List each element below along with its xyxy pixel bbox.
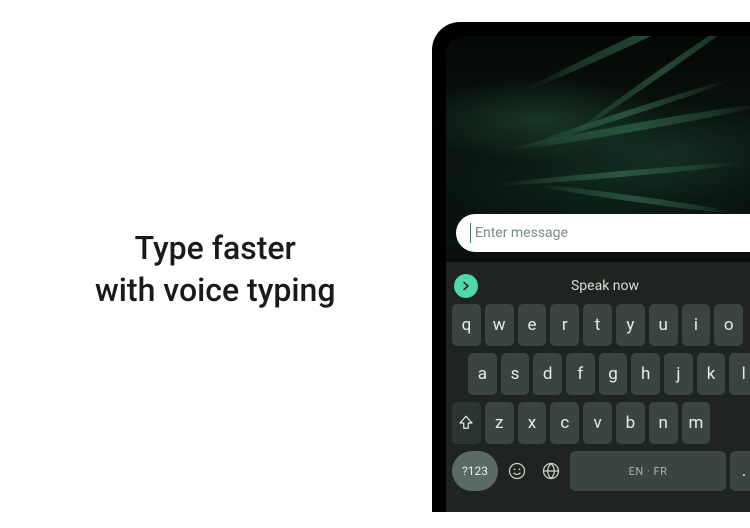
key-f[interactable]: f bbox=[566, 353, 595, 395]
key-v[interactable]: v bbox=[583, 402, 612, 444]
keyboard: Speak now q w e r t y u i o a s d f g h … bbox=[446, 262, 750, 512]
key-z[interactable]: z bbox=[485, 402, 514, 444]
shift-icon bbox=[457, 414, 475, 432]
shift-key[interactable] bbox=[452, 402, 481, 444]
chevron-right-icon bbox=[460, 280, 472, 292]
hero-line-2: with voice typing bbox=[95, 271, 335, 309]
key-h[interactable]: h bbox=[631, 353, 660, 395]
key-i[interactable]: i bbox=[682, 304, 711, 346]
key-m[interactable]: m bbox=[682, 402, 711, 444]
key-row-2: a s d f g h j k l bbox=[452, 353, 750, 395]
spacebar[interactable]: EN · FR bbox=[570, 451, 726, 491]
key-s[interactable]: s bbox=[501, 353, 530, 395]
phone-frame: Enter message Speak now q w e r t y u i … bbox=[432, 22, 750, 512]
globe-icon bbox=[541, 461, 561, 481]
key-r[interactable]: r bbox=[550, 304, 579, 346]
key-a[interactable]: a bbox=[468, 353, 497, 395]
phone-screen: Enter message Speak now q w e r t y u i … bbox=[446, 36, 750, 512]
key-k[interactable]: k bbox=[697, 353, 726, 395]
key-w[interactable]: w bbox=[485, 304, 514, 346]
key-c[interactable]: c bbox=[550, 402, 579, 444]
text-cursor bbox=[470, 223, 471, 243]
expand-button[interactable] bbox=[454, 274, 478, 298]
speak-now-label: Speak now bbox=[571, 278, 639, 294]
language-key[interactable] bbox=[536, 451, 566, 491]
key-b[interactable]: b bbox=[616, 402, 645, 444]
key-t[interactable]: t bbox=[583, 304, 612, 346]
key-row-1: q w e r t y u i o bbox=[452, 304, 750, 346]
suggestion-bar: Speak now bbox=[452, 268, 750, 304]
key-j[interactable]: j bbox=[664, 353, 693, 395]
key-u[interactable]: u bbox=[649, 304, 678, 346]
message-input[interactable]: Enter message bbox=[456, 214, 750, 252]
emoji-key[interactable] bbox=[502, 451, 532, 491]
hero-headline: Type faster with voice typing bbox=[95, 228, 335, 311]
key-row-3: z x c v b n m bbox=[452, 402, 750, 444]
period-key[interactable]: . bbox=[730, 451, 750, 491]
key-d[interactable]: d bbox=[533, 353, 562, 395]
key-e[interactable]: e bbox=[518, 304, 547, 346]
key-g[interactable]: g bbox=[599, 353, 628, 395]
hero-line-1: Type faster bbox=[135, 229, 296, 267]
key-x[interactable]: x bbox=[518, 402, 547, 444]
symbols-key[interactable]: ?123 bbox=[452, 451, 498, 491]
key-q[interactable]: q bbox=[452, 304, 481, 346]
key-l[interactable]: l bbox=[729, 353, 750, 395]
emoji-icon bbox=[507, 461, 527, 481]
key-row-4: ?123 EN · FR . bbox=[452, 451, 750, 491]
message-placeholder: Enter message bbox=[475, 225, 568, 241]
key-n[interactable]: n bbox=[649, 402, 678, 444]
key-y[interactable]: y bbox=[616, 304, 645, 346]
key-o[interactable]: o bbox=[714, 304, 743, 346]
